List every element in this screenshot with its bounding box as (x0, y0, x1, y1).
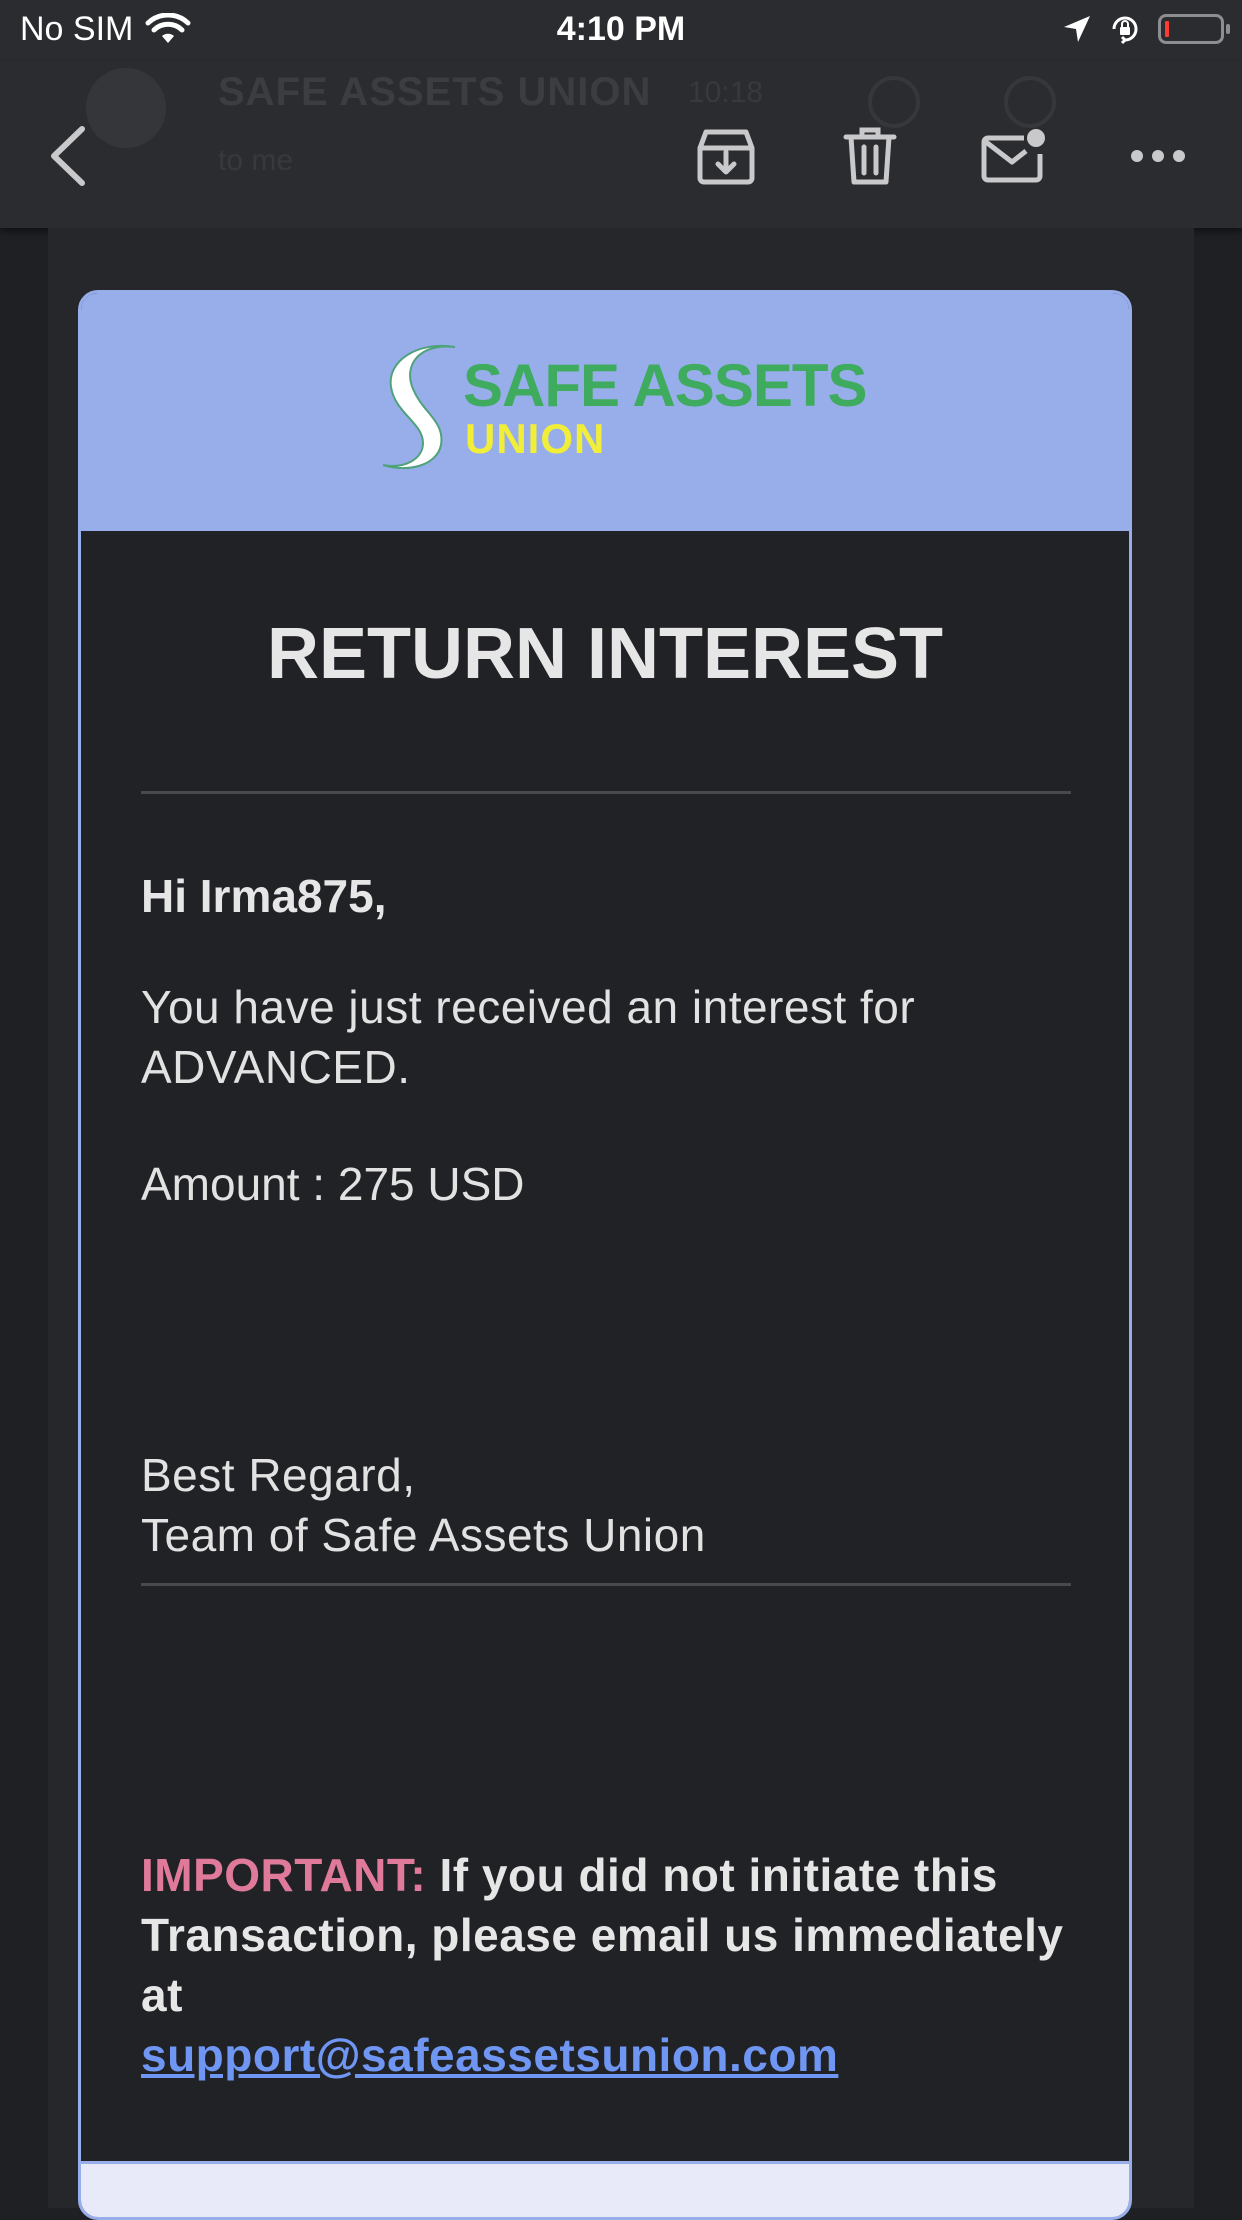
bottom-divider (141, 1583, 1071, 1586)
battery-icon (1158, 14, 1230, 44)
archive-icon (697, 129, 755, 185)
trash-icon (843, 127, 897, 185)
chevron-left-icon (51, 126, 85, 186)
sign-off-line: Best Regard, (141, 1449, 416, 1501)
important-label: IMPORTANT: (141, 1849, 427, 1901)
email-card: SAFE ASSETS UNION RETURN INTEREST Hi Irm… (78, 290, 1132, 2220)
interest-message: You have just received an interest for A… (141, 981, 916, 1093)
safe-assets-union-logo: SAFE ASSETS UNION (379, 341, 868, 481)
email-header: SAFE ASSETS UNION (81, 293, 1129, 531)
location-arrow-icon (1064, 16, 1090, 42)
logo-s-icon (382, 344, 456, 470)
email-title: RETURN INTEREST (266, 614, 944, 694)
important-notice: IMPORTANT: If you did not initiate this … (141, 1845, 1081, 2085)
amount-line: Amount : 275 USD (141, 1158, 525, 1210)
logo-text-union: UNION (465, 415, 606, 462)
message-date: 10:18 (688, 76, 764, 109)
support-email-link[interactable]: support@safeassetsunion.com (141, 2029, 838, 2081)
back-button[interactable] (26, 114, 110, 198)
status-bar-right (1062, 12, 1230, 46)
sender-name: SAFE ASSETS UNION (218, 70, 652, 114)
email-footer (81, 2161, 1129, 2217)
status-bar: No SIM 4:10 PM (0, 0, 1242, 62)
logo-text-safe-assets: SAFE ASSETS (463, 352, 868, 419)
more-options-button[interactable] (1116, 114, 1200, 198)
archive-button[interactable] (684, 114, 768, 198)
orientation-lock-icon (1112, 16, 1138, 45)
mark-unread-button[interactable] (972, 114, 1056, 198)
clock: 4:10 PM (556, 10, 686, 48)
mail-toolbar: SAFE ASSETS UNION 10:18 to me (0, 62, 1242, 228)
delete-button[interactable] (828, 114, 912, 198)
greeting: Hi Irma875, (141, 870, 387, 922)
top-divider (141, 791, 1071, 794)
sign-off: Best Regard, Team of Safe Assets Union (141, 1445, 706, 1565)
recipient-label: to me (218, 144, 294, 177)
team-line: Team of Safe Assets Union (141, 1509, 706, 1561)
unread-mail-icon (981, 129, 1045, 183)
more-dots-icon (1131, 150, 1185, 162)
